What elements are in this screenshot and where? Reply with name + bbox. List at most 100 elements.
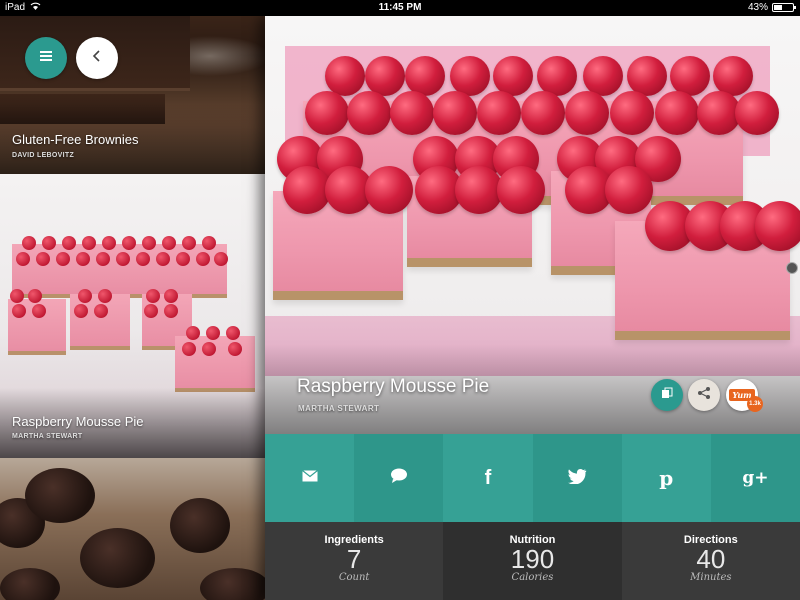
raspberry-decoration xyxy=(493,56,533,96)
raspberry-decoration xyxy=(32,304,46,318)
raspberry-decoration xyxy=(10,289,24,303)
google-plus-icon: g+ xyxy=(742,468,769,488)
raspberry-decoration xyxy=(347,91,391,135)
email-icon xyxy=(301,469,318,487)
raspberry-decoration xyxy=(182,342,196,356)
email-share-button[interactable] xyxy=(265,434,355,522)
pinterest-share-button[interactable]: p xyxy=(621,434,711,522)
raspberry-decoration xyxy=(22,236,36,250)
menu-button[interactable] xyxy=(25,37,67,79)
raspberry-decoration xyxy=(162,236,176,250)
recipe-card-raspberry[interactable]: Raspberry Mousse Pie MARTHA STEWART xyxy=(0,174,265,458)
drag-handle[interactable] xyxy=(786,262,798,274)
pinterest-icon: p xyxy=(659,466,674,490)
raspberry-decoration xyxy=(116,252,130,266)
raspberry-decoration xyxy=(122,236,136,250)
raspberry-decoration xyxy=(96,252,110,266)
recipe-card-title: Raspberry Mousse Pie xyxy=(12,414,144,429)
raspberry-decoration xyxy=(78,289,92,303)
raspberry-decoration xyxy=(365,166,413,214)
stat-value: 40 xyxy=(696,544,726,574)
raspberry-decoration xyxy=(16,252,30,266)
google-plus-share-button[interactable]: g+ xyxy=(710,434,800,522)
raspberry-decoration xyxy=(537,56,577,96)
raspberry-decoration xyxy=(144,304,158,318)
raspberry-decoration xyxy=(202,236,216,250)
status-time: 11:45 PM xyxy=(378,2,422,13)
twitter-share-button[interactable] xyxy=(532,434,622,522)
back-button[interactable] xyxy=(76,37,118,79)
recipe-card-author: MARTHA STEWART xyxy=(12,433,83,440)
recipe-list: Gluten-Free Brownies DAVID LEBOVITZ Rasp… xyxy=(0,16,265,600)
raspberry-decoration xyxy=(433,91,477,135)
raspberry-decoration xyxy=(206,326,220,340)
raspberry-decoration xyxy=(28,289,42,303)
ingredients-stat[interactable]: Ingredients 7 Count xyxy=(265,522,444,600)
recipe-card-author: DAVID LEBOVITZ xyxy=(12,152,75,159)
raspberry-decoration xyxy=(226,326,240,340)
raspberry-decoration xyxy=(102,236,116,250)
hamburger-icon xyxy=(39,49,53,67)
status-bar: iPad 11:45 PM 43% xyxy=(0,0,800,16)
raspberry-decoration xyxy=(146,289,160,303)
raspberry-decoration xyxy=(455,166,503,214)
message-share-button[interactable] xyxy=(354,434,444,522)
raspberry-decoration xyxy=(450,56,490,96)
raspberry-decoration xyxy=(176,252,190,266)
raspberry-decoration xyxy=(62,236,76,250)
raspberry-decoration xyxy=(202,342,216,356)
raspberry-decoration xyxy=(98,289,112,303)
raspberry-decoration xyxy=(655,91,699,135)
raspberry-decoration xyxy=(228,342,242,356)
stat-unit: Calories xyxy=(511,572,554,583)
stat-unit: Count xyxy=(338,572,370,583)
share-icon xyxy=(697,386,711,405)
facebook-icon: f xyxy=(484,466,492,489)
raspberry-decoration xyxy=(565,91,609,135)
recipe-stats: Ingredients 7 Count Nutrition 190 Calori… xyxy=(265,522,800,600)
raspberry-decoration xyxy=(670,56,710,96)
raspberry-decoration xyxy=(76,252,90,266)
raspberry-decoration xyxy=(755,201,800,251)
raspberry-decoration xyxy=(156,252,170,266)
nutrition-stat[interactable]: Nutrition 190 Calories xyxy=(443,522,622,600)
recipe-detail-panel: Raspberry Mousse Pie MARTHA STEWART Yum … xyxy=(265,16,800,600)
raspberry-decoration xyxy=(405,56,445,96)
directions-stat[interactable]: Directions 40 Minutes xyxy=(621,522,800,600)
raspberry-decoration xyxy=(305,91,349,135)
collection-button[interactable] xyxy=(651,379,683,411)
raspberry-decoration xyxy=(521,91,565,135)
raspberry-decoration xyxy=(365,56,405,96)
share-button[interactable] xyxy=(688,379,720,411)
raspberry-decoration xyxy=(164,289,178,303)
recipe-image xyxy=(0,458,265,600)
share-bar: f p g+ xyxy=(265,434,800,522)
raspberry-decoration xyxy=(477,91,521,135)
raspberry-decoration xyxy=(390,91,434,135)
raspberry-decoration xyxy=(325,56,365,96)
twitter-icon xyxy=(567,468,587,489)
raspberry-decoration xyxy=(583,56,623,96)
facebook-share-button[interactable]: f xyxy=(443,434,533,522)
copy-icon xyxy=(661,386,673,404)
battery-icon xyxy=(772,3,796,12)
raspberry-decoration xyxy=(735,91,779,135)
raspberry-decoration xyxy=(610,91,654,135)
raspberry-decoration xyxy=(605,166,653,214)
recipe-card-cookies[interactable] xyxy=(0,458,265,600)
raspberry-decoration xyxy=(627,56,667,96)
raspberry-decoration xyxy=(182,236,196,250)
raspberry-decoration xyxy=(196,252,210,266)
raspberry-decoration xyxy=(214,252,228,266)
raspberry-decoration xyxy=(12,304,26,318)
raspberry-decoration xyxy=(94,304,108,318)
raspberry-decoration xyxy=(283,166,331,214)
recipe-hero-image: Raspberry Mousse Pie MARTHA STEWART Yum … xyxy=(265,16,800,434)
raspberry-decoration xyxy=(713,56,753,96)
raspberry-decoration xyxy=(164,304,178,318)
battery-percent: 43% xyxy=(747,2,768,13)
raspberry-decoration xyxy=(36,252,50,266)
raspberry-decoration xyxy=(136,252,150,266)
raspberry-decoration xyxy=(186,326,200,340)
raspberry-decoration xyxy=(74,304,88,318)
